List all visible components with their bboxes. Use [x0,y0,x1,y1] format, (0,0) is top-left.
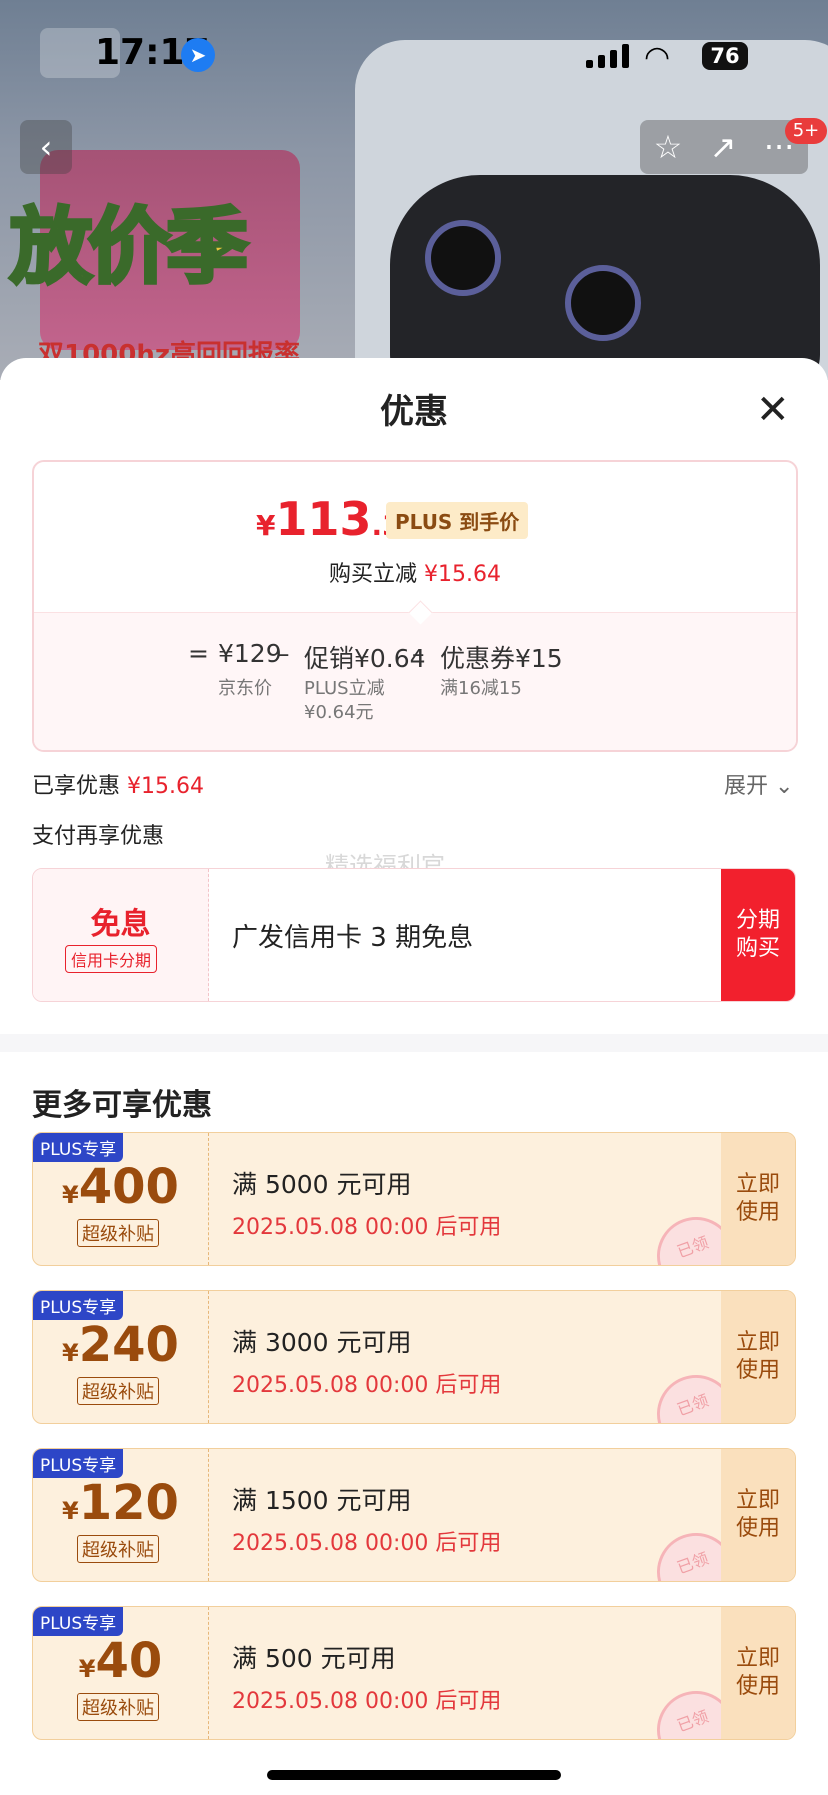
cellular-signal-icon [586,44,629,68]
expand-toggle[interactable]: 展开 ⌄ [724,768,793,800]
payment-offers-title: 支付再享优惠 [32,824,165,849]
status-bar: 17:17 ➤ ◠ 76 [0,0,828,110]
price-summary-card: ¥113.36 PLUS 到手价 购买立减 ¥15.64 = ¥129 京东价 … [32,460,798,752]
coupon-card[interactable]: PLUS专享 ¥40 超级补贴 满 500 元可用 2025.05.08 00:… [32,1606,796,1740]
installment-offer-text: 广发信用卡 3 期免息 [232,923,474,953]
use-now-button[interactable]: 立即 使用 [721,1449,795,1581]
installment-offer-card[interactable]: 免息 信用卡分期 广发信用卡 3 期免息 分期 购买 [32,868,796,1002]
promo-discount-label-2: ¥0.64元 [304,702,374,723]
share-icon[interactable]: ↗ [710,128,737,166]
coupon-discount-label: 满16减15 [440,678,522,699]
coupon-card[interactable]: PLUS专享 ¥240 超级补贴 满 3000 元可用 2025.05.08 0… [32,1290,796,1424]
use-now-button[interactable]: 立即 使用 [721,1133,795,1265]
use-now-button[interactable]: 立即 使用 [721,1607,795,1739]
home-indicator [267,1770,561,1780]
minus-sign: – [412,639,425,668]
promo-discount: 促销¥0.64 [304,644,426,673]
battery-indicator: 76 [702,42,748,70]
back-button[interactable]: ‹ [20,120,72,174]
favorite-star-icon[interactable]: ☆ [654,128,683,166]
coupon-discount: 优惠券¥15 [440,644,563,673]
plus-exclusive-tag: PLUS专享 [33,1291,124,1320]
coupon-valid-date: 2025.05.08 00:00 后可用 [232,1689,502,1714]
super-subsidy-tag: 超级补贴 [77,1535,159,1563]
coupon-condition: 满 3000 元可用 [232,1328,412,1357]
installment-type-tag: 信用卡分期 [65,945,158,973]
coupon-condition: 满 1500 元可用 [232,1486,412,1515]
coupon-amount: ¥120 [62,1475,179,1531]
plus-exclusive-tag: PLUS专享 [33,1449,124,1478]
coupon-condition: 满 500 元可用 [232,1644,396,1673]
coupon-card[interactable]: PLUS专享 ¥120 超级补贴 满 1500 元可用 2025.05.08 0… [32,1448,796,1582]
enjoyed-discount: 已享优惠 ¥15.64 [32,774,204,799]
section-divider [0,1034,828,1052]
coupon-amount: ¥40 [78,1633,163,1689]
gamepad-stick [565,265,641,341]
coupon-valid-date: 2025.05.08 00:00 后可用 [232,1373,502,1398]
super-subsidy-tag: 超级补贴 [77,1693,159,1721]
coupon-valid-date: 2025.05.08 00:00 后可用 [232,1531,502,1556]
use-now-button[interactable]: 立即 使用 [721,1291,795,1423]
location-arrow-icon: ➤ [181,38,215,72]
coupon-amount: ¥240 [62,1317,179,1373]
minus-sign: – [277,639,290,668]
coupon-condition: 满 5000 元可用 [232,1170,412,1199]
jd-price: ¥129 [218,639,282,668]
sheet-title: 优惠 [380,392,448,432]
price-breakdown: = ¥129 京东价 – 促销¥0.64 PLUS立减 ¥0.64元 – 优惠券… [34,612,796,750]
gamepad-stick [425,220,501,296]
promo-discount-label: PLUS立减 [304,678,385,699]
message-badge: 5+ [785,118,827,144]
close-icon[interactable]: ✕ [756,390,790,430]
super-subsidy-tag: 超级补贴 [77,1377,159,1405]
discount-sheet: 优惠 ✕ ¥113.36 PLUS 到手价 购买立减 ¥15.64 = ¥129… [0,358,828,1795]
plus-price-tag: PLUS 到手价 [386,502,529,539]
promo-title: 放价季 [8,198,250,297]
coupon-amount: ¥400 [62,1159,179,1215]
chevron-left-icon: ‹ [39,128,53,166]
super-subsidy-tag: 超级补贴 [77,1219,159,1247]
more-offers-title: 更多可享优惠 [32,1088,212,1123]
wifi-icon: ◠ [644,40,671,75]
coupon-card[interactable]: PLUS专享 ¥400 超级补贴 满 5000 元可用 2025.05.08 0… [32,1132,796,1266]
plus-exclusive-tag: PLUS专享 [33,1133,124,1162]
interest-free-label: 免息 [90,907,151,942]
top-actions: ☆ ↗ ··· [640,120,808,174]
plus-exclusive-tag: PLUS专享 [33,1607,124,1636]
installment-buy-button[interactable]: 分期 购买 [721,869,795,1001]
equals-sign: = [188,639,209,668]
jd-price-label: 京东价 [218,678,272,699]
purchase-reduction: 购买立减 ¥15.64 [329,562,501,587]
coupon-valid-date: 2025.05.08 00:00 后可用 [232,1215,502,1240]
